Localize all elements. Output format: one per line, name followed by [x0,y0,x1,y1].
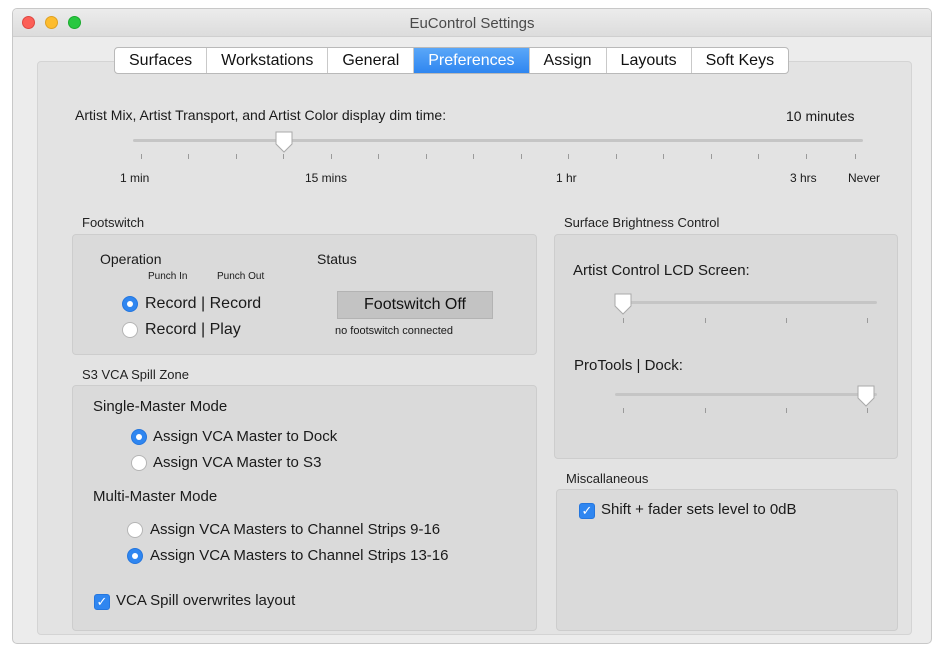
window-title: EuControl Settings [409,15,535,32]
tick-mark [616,154,617,159]
tick-label-3-hrs: 3 hrs [790,171,817,185]
tick-mark [473,154,474,159]
tick-mark [786,318,787,323]
tick-mark [623,408,624,413]
tick-mark [426,154,427,159]
assign-strips-13-16-label[interactable]: Assign VCA Masters to Channel Strips 13-… [150,547,448,564]
footswitch-title: Footswitch [82,215,145,230]
tick-mark [806,154,807,159]
tab-workstations[interactable]: Workstations [207,48,329,73]
tick-mark [663,154,664,159]
tick-mark [786,408,787,413]
dim-time-slider-track[interactable] [133,139,863,142]
tick-mark [855,154,856,159]
tick-label-never: Never [848,171,881,185]
dim-time-slider-thumb[interactable] [274,131,294,153]
status-label: Status [317,251,357,267]
radio-record-record[interactable] [122,296,138,312]
dock-label: ProTools | Dock: [574,357,683,374]
tick-label-15-mins: 15 mins [305,171,348,185]
tick-mark [378,154,379,159]
misc-title: Miscallaneous [566,471,649,486]
tab-layouts[interactable]: Layouts [607,48,692,73]
title-bar: EuControl Settings [13,9,931,37]
dim-time-label: Artist Mix, Artist Transport, and Artist… [75,107,447,123]
tick-mark [141,154,142,159]
tick-mark [758,154,759,159]
tick-mark [521,154,522,159]
tick-mark [568,154,569,159]
lcd-brightness-slider-track[interactable] [615,301,877,304]
dock-brightness-slider-track[interactable] [615,393,877,396]
multi-master-label: Multi-Master Mode [93,488,218,505]
tick-mark [867,318,868,323]
tick-label-1-min: 1 min [120,171,150,185]
checkmark-icon: ✓ [581,503,593,518]
assign-strips-9-16-label[interactable]: Assign VCA Masters to Channel Strips 9-1… [150,521,440,538]
checkmark-icon: ✓ [96,594,108,609]
tab-assign[interactable]: Assign [530,48,607,73]
shift-fader-checkbox[interactable]: ✓ [579,503,595,519]
radio-assign-master-s3[interactable] [131,455,147,471]
dim-time-value: 10 minutes [786,108,855,124]
brightness-title: Surface Brightness Control [564,215,720,230]
shift-fader-label[interactable]: Shift + fader sets level to 0dB [601,501,797,518]
tick-label-1-hr: 1 hr [556,171,577,185]
radio-assign-master-dock[interactable] [131,429,147,445]
tab-surfaces[interactable]: Surfaces [115,48,208,73]
vca-overwrite-checkbox[interactable]: ✓ [94,594,110,610]
punch-out-label: Punch Out [217,271,265,282]
radio-assign-strips-9-16[interactable] [127,522,143,538]
dock-brightness-slider-thumb[interactable] [856,385,876,407]
lcd-ticks [623,318,868,324]
tick-mark [867,408,868,413]
tick-mark [283,154,284,159]
vca-overwrite-label[interactable]: VCA Spill overwrites layout [116,592,295,609]
footswitch-status-button: Footswitch Off [337,291,493,319]
dim-time-ticks [141,154,856,160]
punch-in-label: Punch In [148,271,188,282]
dock-ticks [623,408,868,414]
footswitch-status-text: no footswitch connected [335,325,454,337]
tick-mark [705,318,706,323]
lcd-label: Artist Control LCD Screen: [573,262,750,279]
single-master-label: Single-Master Mode [93,398,228,415]
tick-mark [705,408,706,413]
tick-mark [236,154,237,159]
assign-master-dock-label[interactable]: Assign VCA Master to Dock [153,428,337,445]
operation-label: Operation [100,251,162,267]
tab-bar: Surfaces Workstations General Preference… [114,47,790,74]
record-record-label[interactable]: Record | Record [145,295,261,313]
tab-soft-keys[interactable]: Soft Keys [692,48,788,73]
tick-mark [623,318,624,323]
radio-record-play[interactable] [122,322,138,338]
tab-preferences[interactable]: Preferences [414,48,530,73]
lcd-brightness-slider-thumb[interactable] [613,293,633,315]
tick-mark [711,154,712,159]
vca-title: S3 VCA Spill Zone [82,367,189,382]
tick-mark [331,154,332,159]
assign-master-s3-label[interactable]: Assign VCA Master to S3 [153,454,321,471]
record-play-label[interactable]: Record | Play [145,321,241,339]
radio-assign-strips-13-16[interactable] [127,548,143,564]
tick-mark [188,154,189,159]
tab-general[interactable]: General [328,48,415,73]
settings-window: EuControl Settings Surfaces Workstations… [12,8,932,644]
